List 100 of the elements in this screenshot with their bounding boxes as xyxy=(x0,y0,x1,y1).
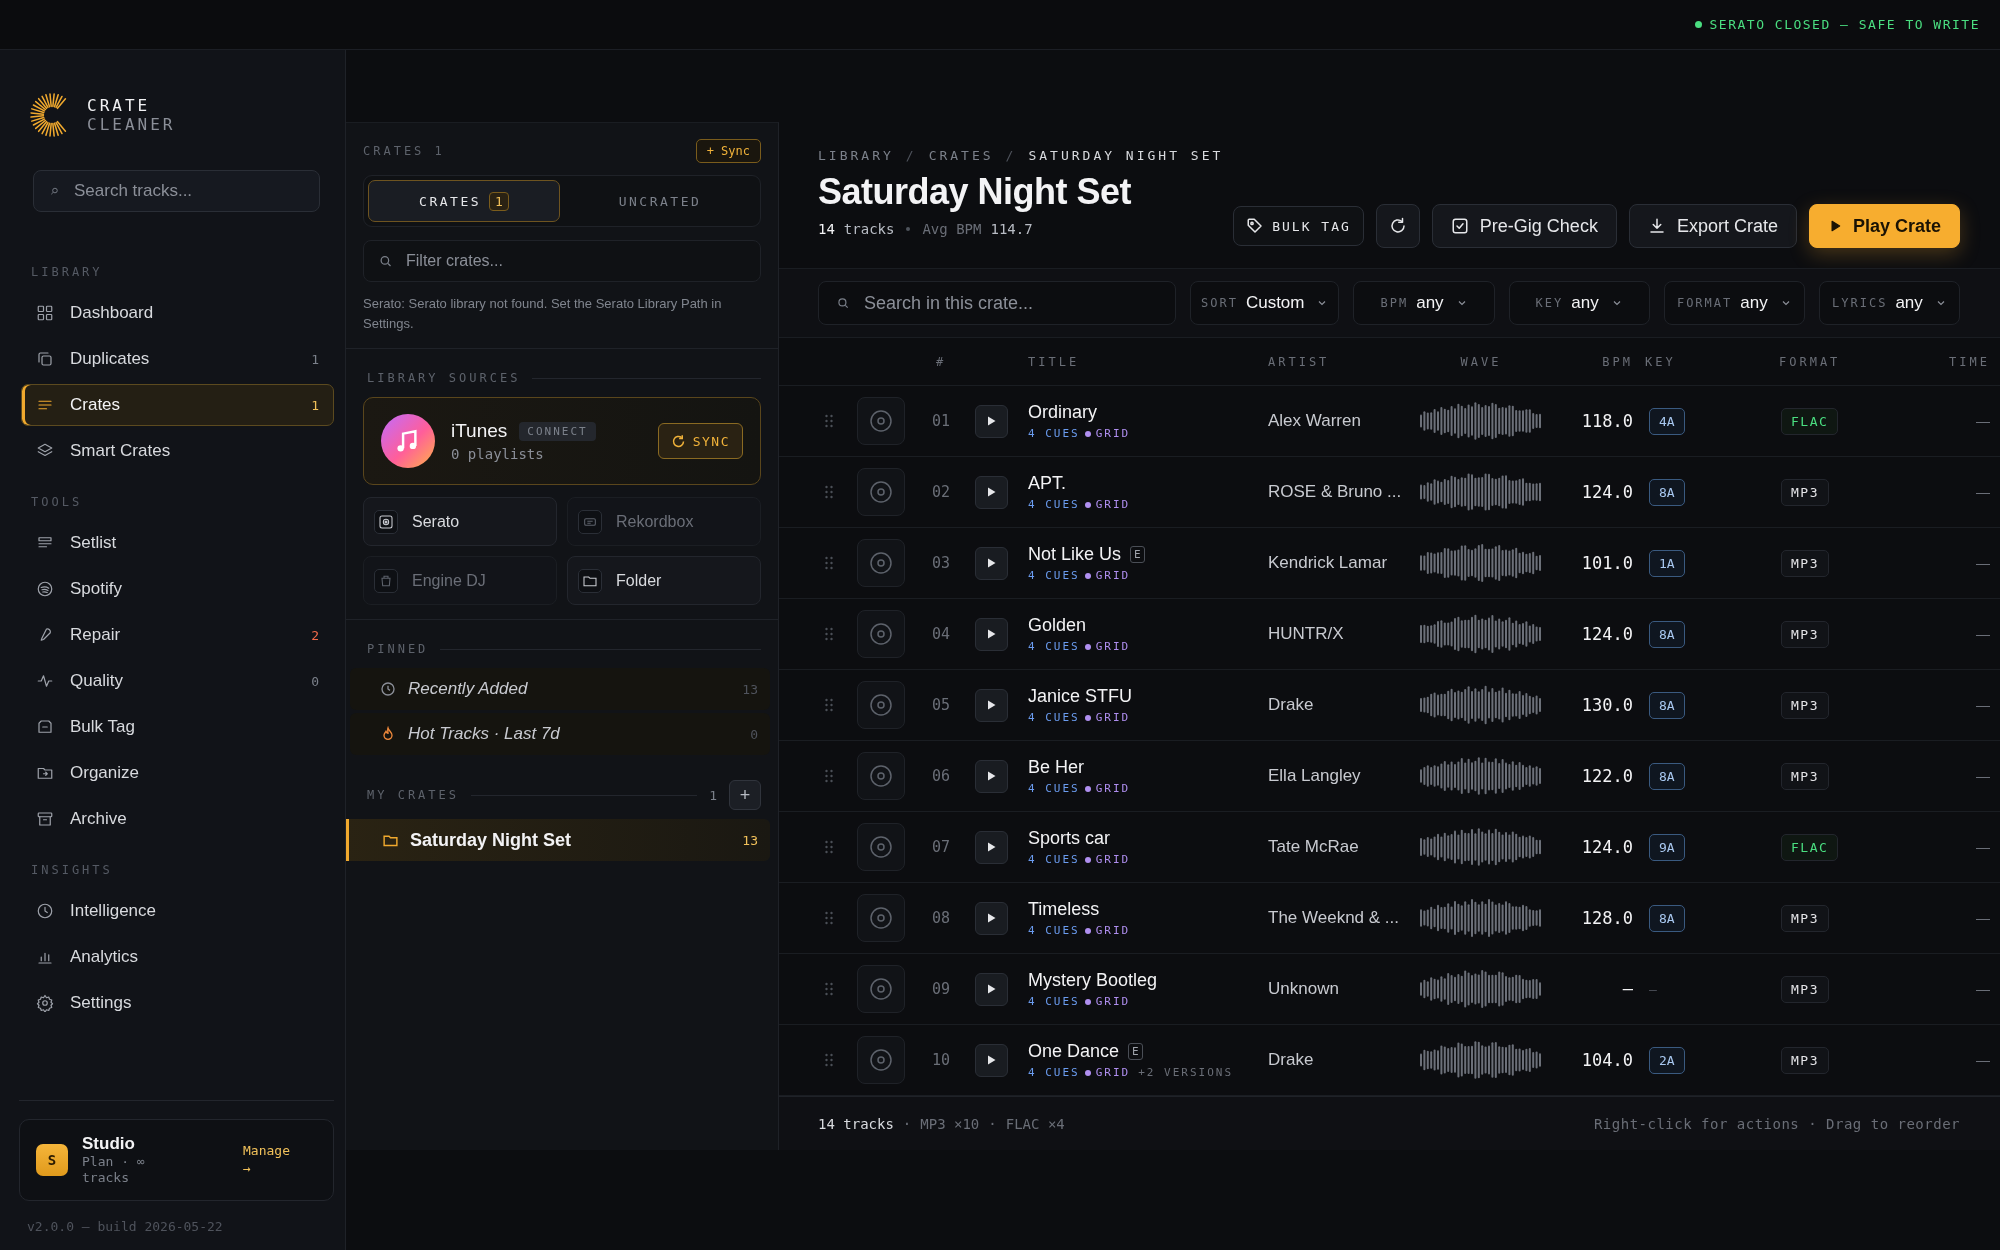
grid-label: GRID xyxy=(1095,924,1131,937)
nav-item[interactable]: Bulk Tag xyxy=(21,706,334,748)
nav-item[interactable]: Quality 0 xyxy=(21,660,334,702)
pinned-item[interactable]: Hot Tracks · Last 7d 0 xyxy=(350,713,770,755)
time-cell-text: — xyxy=(1975,1052,1990,1068)
nav-item[interactable]: Crates 1 xyxy=(21,384,334,426)
nav-item[interactable]: Dashboard xyxy=(21,292,334,334)
track-row[interactable]: 04 Golden 4 CUES GRID HUNTR/X 124.0 8A MP3 — xyxy=(779,599,2000,670)
drag-handle-icon[interactable] xyxy=(825,698,833,712)
track-row[interactable]: 06 Be Her 4 CUES GRID Ella Langley 122.0 8A MP3 — xyxy=(779,741,2000,812)
cues-label: 4 CUES xyxy=(1028,427,1080,440)
action-button[interactable]: BULK TAG xyxy=(1233,206,1364,246)
sync-button[interactable]: + Sync xyxy=(695,139,761,163)
cover-button[interactable] xyxy=(857,1036,905,1084)
time-cell-text: — xyxy=(1975,484,1990,500)
filter-dropdown[interactable]: BPM any xyxy=(1353,281,1495,325)
bpm-cell-text: — xyxy=(1621,979,1633,999)
music-note-icon xyxy=(381,414,435,468)
disc-icon xyxy=(869,409,893,433)
add-button[interactable]: + xyxy=(729,780,761,810)
play-button[interactable] xyxy=(974,617,1008,651)
play-button[interactable] xyxy=(974,404,1008,438)
format-badge: MP3 xyxy=(1781,620,1829,648)
pinned-item[interactable]: Recently Added 13 xyxy=(350,668,770,710)
play-button[interactable] xyxy=(974,475,1008,509)
track-row[interactable]: 05 Janice STFU 4 CUES GRID Drake 130.0 8A MP3 — xyxy=(779,670,2000,741)
format-badge: MP3 xyxy=(1781,1046,1829,1074)
breadcrumb-link[interactable]: LIBRARY xyxy=(818,148,894,163)
drag-handle-icon[interactable] xyxy=(825,627,833,641)
drag-handle-icon[interactable] xyxy=(825,1053,833,1067)
item-count: 1 xyxy=(311,351,319,367)
filter-field[interactable]: Filter crates... xyxy=(363,240,761,282)
download-icon xyxy=(1647,217,1666,235)
nav-item[interactable]: Repair 2 xyxy=(21,614,334,656)
play-button[interactable] xyxy=(974,1043,1008,1077)
drag-handle-icon[interactable] xyxy=(825,911,833,925)
track-row[interactable]: 02 APT. 4 CUES GRID ROSE & Bruno ... 124.0 8A MP3 — xyxy=(779,457,2000,528)
filter-dropdown[interactable]: LYRICS any xyxy=(1818,281,1960,325)
filter-dropdown[interactable]: FORMAT any xyxy=(1663,281,1805,325)
filter-dropdown[interactable]: KEY any xyxy=(1508,281,1650,325)
column-header: # xyxy=(934,354,948,369)
breadcrumb-link[interactable]: SATURDAY NIGHT SET xyxy=(1028,148,1224,163)
cover-button[interactable] xyxy=(857,468,905,516)
format-badge: MP3 xyxy=(1781,478,1829,506)
manage-link[interactable]: Manage → xyxy=(243,1142,301,1178)
copy-icon xyxy=(36,350,54,368)
nav-item[interactable]: Archive xyxy=(21,798,334,840)
grid-label: GRID xyxy=(1095,711,1131,724)
drag-handle-icon[interactable] xyxy=(825,414,833,428)
cover-button[interactable] xyxy=(857,894,905,942)
drag-handle-icon[interactable] xyxy=(825,485,833,499)
cover-button[interactable] xyxy=(857,539,905,587)
cues-label: 4 CUES xyxy=(1028,924,1080,937)
source-button[interactable]: Serato xyxy=(363,497,557,546)
track-row[interactable]: 09 Mystery Bootleg 4 CUES GRID Unknown — — MP3 — xyxy=(779,954,2000,1025)
filter-dropdown[interactable]: SORT Custom xyxy=(1190,281,1340,325)
action-button[interactable]: Pre-Gig Check xyxy=(1431,204,1617,248)
breadcrumb-link[interactable]: CRATES xyxy=(928,148,994,163)
track-row[interactable]: 08 Timeless 4 CUES GRID The Weeknd & ... 128.0 8A MP3 — xyxy=(779,883,2000,954)
nav-item[interactable]: Analytics xyxy=(21,936,334,978)
drag-handle-icon[interactable] xyxy=(825,982,833,996)
search-field[interactable]: Search in this crate... xyxy=(818,281,1176,325)
nav-item[interactable]: Duplicates 1 xyxy=(21,338,334,380)
nav-item[interactable]: Smart Crates xyxy=(21,430,334,472)
play-button[interactable] xyxy=(974,759,1008,793)
drag-handle-icon[interactable] xyxy=(825,556,833,570)
cover-button[interactable] xyxy=(857,752,905,800)
play-button[interactable] xyxy=(974,688,1008,722)
disc-icon xyxy=(869,764,893,788)
crate-item[interactable]: Saturday Night Set 13 xyxy=(346,819,770,861)
drag-handle-icon[interactable] xyxy=(825,840,833,854)
track-number: 01 xyxy=(930,412,952,430)
sync-button[interactable]: SYNC xyxy=(657,423,743,459)
search-field[interactable]: Search tracks... xyxy=(33,170,320,212)
play-button[interactable] xyxy=(974,972,1008,1006)
cover-button[interactable] xyxy=(857,397,905,445)
tab[interactable]: UNCRATED xyxy=(564,180,756,222)
track-row[interactable]: 07 Sports car 4 CUES GRID Tate McRae 124.0 9A FLAC — xyxy=(779,812,2000,883)
drag-handle-icon[interactable] xyxy=(825,769,833,783)
track-number: 05 xyxy=(930,696,952,714)
cover-button[interactable] xyxy=(857,965,905,1013)
nav-item[interactable]: Organize xyxy=(21,752,334,794)
tab[interactable]: CRATES 1 xyxy=(368,180,560,222)
nav-item[interactable]: Settings xyxy=(21,982,334,1024)
refresh-button[interactable] xyxy=(1375,204,1420,248)
cover-button[interactable] xyxy=(857,681,905,729)
nav-item[interactable]: Spotify xyxy=(21,568,334,610)
track-number: 03 xyxy=(930,554,952,572)
track-row[interactable]: 03 Not Like Us E 4 CUES GRID Kendrick Lamar 101.0 1A MP3 — xyxy=(779,528,2000,599)
play-button[interactable] xyxy=(974,830,1008,864)
nav-item[interactable]: Intelligence xyxy=(21,890,334,932)
nav-item[interactable]: Setlist xyxy=(21,522,334,564)
play-button[interactable] xyxy=(974,901,1008,935)
play-button[interactable] xyxy=(974,546,1008,580)
track-row[interactable]: 01 Ordinary 4 CUES GRID Alex Warren 118.0 4A FLAC — xyxy=(779,386,2000,457)
action-button[interactable]: Play Crate xyxy=(1808,204,1960,248)
source-button[interactable]: Folder xyxy=(567,556,761,605)
cover-button[interactable] xyxy=(857,610,905,658)
cover-button[interactable] xyxy=(857,823,905,871)
action-button[interactable]: Export Crate xyxy=(1628,204,1797,248)
